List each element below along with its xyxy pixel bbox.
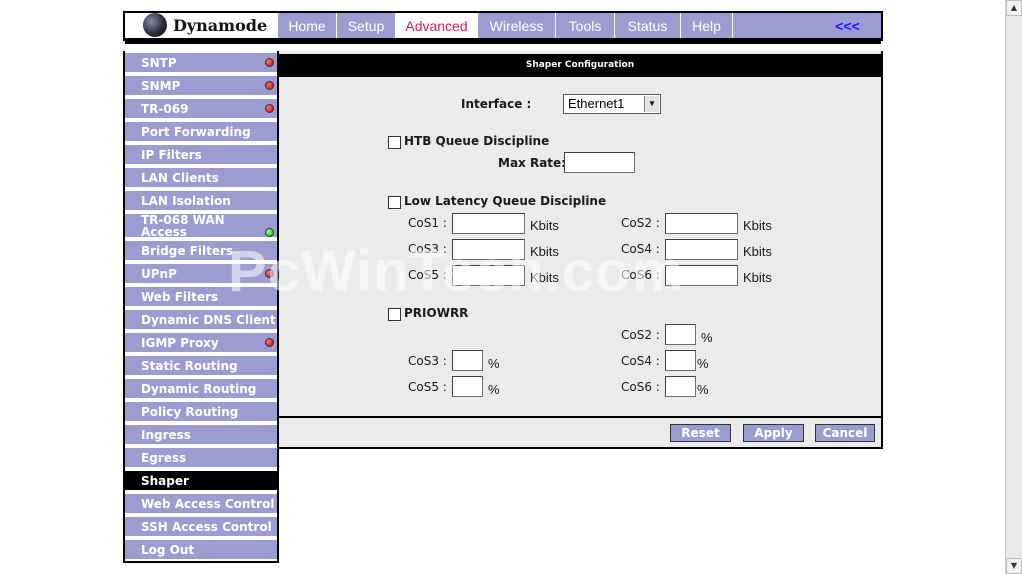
htb-checkbox[interactable] bbox=[388, 136, 401, 149]
wrr-cos2-unit: % bbox=[701, 330, 713, 345]
llq-cos6-unit: Kbits bbox=[743, 270, 772, 285]
wrr-cos6-label: CoS6 : bbox=[621, 380, 660, 394]
status-green-icon bbox=[265, 228, 274, 237]
cos3-label: CoS3 : bbox=[408, 242, 447, 256]
sidebar-item-sntp[interactable]: SNTP bbox=[125, 53, 277, 74]
llq-cos1-unit: Kbits bbox=[530, 218, 559, 233]
sidebar-item-policy-routing[interactable]: Policy Routing bbox=[125, 402, 277, 423]
sidebar-item-ip-filters[interactable]: IP Filters bbox=[125, 145, 277, 166]
chevron-down-icon: ▼ bbox=[644, 96, 659, 112]
shaper-config-panel: Shaper Configuration Interface : Etherne… bbox=[279, 51, 883, 449]
cos6-label: CoS6 : bbox=[621, 268, 660, 282]
sidebar-item-tr-068-wan-access[interactable]: TR-068 WAN Access bbox=[125, 214, 277, 239]
llq-cos4-input[interactable] bbox=[665, 239, 738, 260]
brand-logo: Dynamode bbox=[125, 13, 277, 39]
wrr-cos2-input[interactable] bbox=[665, 324, 696, 345]
llq-cos3-unit: Kbits bbox=[530, 244, 559, 259]
sidebar-item-dynamic-routing[interactable]: Dynamic Routing bbox=[125, 379, 277, 400]
collapse-menu-link[interactable]: <<< bbox=[820, 13, 875, 39]
priowrr-label: PRIOWRR bbox=[404, 306, 469, 320]
status-red-icon bbox=[265, 104, 274, 113]
cos1-label: CoS1 : bbox=[408, 216, 447, 230]
button-bar-divider bbox=[279, 416, 881, 418]
sidebar-item-igmp-proxy[interactable]: IGMP Proxy bbox=[125, 333, 277, 354]
llq-cos2-input[interactable] bbox=[665, 213, 738, 234]
status-red-icon bbox=[265, 58, 274, 67]
wrr-cos4-label: CoS4 : bbox=[621, 354, 660, 368]
wrr-cos3-label: CoS3 : bbox=[408, 354, 447, 368]
sidebar-item-web-filters[interactable]: Web Filters bbox=[125, 287, 277, 308]
htb-label: HTB Queue Discipline bbox=[404, 134, 550, 148]
wrr-cos6-unit: % bbox=[697, 382, 709, 397]
status-red-icon bbox=[265, 81, 274, 90]
page-title: Shaper Configuration bbox=[279, 54, 881, 77]
wrr-cos5-label: CoS5 : bbox=[408, 380, 447, 394]
sidebar-item-ingress[interactable]: Ingress bbox=[125, 425, 277, 446]
wrr-cos6-input[interactable] bbox=[665, 376, 696, 397]
nav-spacer bbox=[125, 44, 881, 51]
tab-setup[interactable]: Setup bbox=[336, 13, 395, 39]
llq-cos2-unit: Kbits bbox=[743, 218, 772, 233]
apply-button[interactable]: Apply bbox=[743, 424, 804, 442]
wrr-cos5-unit: % bbox=[488, 382, 500, 397]
tab-status[interactable]: Status bbox=[614, 13, 680, 39]
wrr-cos3-input[interactable] bbox=[452, 350, 483, 371]
llq-label: Low Latency Queue Discipline bbox=[404, 194, 607, 208]
logo-orb-icon bbox=[143, 13, 167, 37]
sidebar: SNTP SNMP TR-069 Port Forwarding IP Filt… bbox=[123, 51, 279, 563]
sidebar-item-snmp[interactable]: SNMP bbox=[125, 76, 277, 97]
tab-help[interactable]: Help bbox=[680, 13, 733, 39]
wrr-cos5-input[interactable] bbox=[452, 376, 483, 397]
cos2-label: CoS2 : bbox=[621, 216, 660, 230]
priowrr-checkbox[interactable] bbox=[388, 308, 401, 321]
llq-cos5-unit: Kbits bbox=[530, 270, 559, 285]
sidebar-item-tr-069[interactable]: TR-069 bbox=[125, 99, 277, 120]
brand-name: Dynamode bbox=[173, 16, 268, 35]
sidebar-item-web-access-control[interactable]: Web Access Control bbox=[125, 494, 277, 515]
wrr-cos3-unit: % bbox=[488, 356, 500, 371]
wrr-cos4-unit: % bbox=[697, 356, 709, 371]
llq-cos4-unit: Kbits bbox=[743, 244, 772, 259]
max-rate-label: Max Rate: bbox=[498, 156, 566, 170]
llq-cos5-input[interactable] bbox=[452, 265, 525, 286]
sidebar-item-static-routing[interactable]: Static Routing bbox=[125, 356, 277, 377]
status-red-icon bbox=[265, 269, 274, 278]
cos4-label: CoS4 : bbox=[621, 242, 660, 256]
interface-label: Interface : bbox=[461, 97, 532, 111]
sidebar-item-egress[interactable]: Egress bbox=[125, 448, 277, 469]
tab-wireless[interactable]: Wireless bbox=[477, 13, 555, 39]
sidebar-item-ssh-access-control[interactable]: SSH Access Control bbox=[125, 517, 277, 538]
sidebar-item-lan-isolation[interactable]: LAN Isolation bbox=[125, 191, 277, 212]
interface-select[interactable]: Ethernet1 ▼ bbox=[563, 94, 661, 114]
sidebar-item-shaper[interactable]: Shaper bbox=[125, 471, 277, 492]
reset-button[interactable]: Reset bbox=[670, 424, 731, 442]
tab-advanced[interactable]: Advanced bbox=[395, 13, 477, 39]
llq-cos6-input[interactable] bbox=[665, 265, 738, 286]
sidebar-item-log-out[interactable]: Log Out bbox=[125, 540, 277, 561]
llq-checkbox[interactable] bbox=[388, 196, 401, 209]
cos5-label: CoS5 : bbox=[408, 268, 447, 282]
vertical-scrollbar[interactable]: ▲ ▼ bbox=[1005, 0, 1022, 574]
llq-cos1-input[interactable] bbox=[452, 213, 525, 234]
sidebar-item-upnp[interactable]: UPnP bbox=[125, 264, 277, 285]
scroll-up-icon[interactable]: ▲ bbox=[1006, 0, 1022, 16]
sidebar-item-port-forwarding[interactable]: Port Forwarding bbox=[125, 122, 277, 143]
status-red-icon bbox=[265, 338, 274, 347]
llq-cos3-input[interactable] bbox=[452, 239, 525, 260]
wrr-cos4-input[interactable] bbox=[665, 350, 696, 371]
sidebar-item-bridge-filters[interactable]: Bridge Filters bbox=[125, 241, 277, 262]
scroll-down-icon[interactable]: ▼ bbox=[1006, 558, 1022, 574]
wrr-cos2-label: CoS2 : bbox=[621, 328, 660, 342]
tab-tools[interactable]: Tools bbox=[555, 13, 614, 39]
sidebar-item-dynamic-dns-client[interactable]: Dynamic DNS Client bbox=[125, 310, 277, 331]
max-rate-input[interactable] bbox=[564, 152, 635, 173]
tab-home[interactable]: Home bbox=[277, 13, 336, 39]
cancel-button[interactable]: Cancel bbox=[815, 424, 875, 442]
sidebar-item-lan-clients[interactable]: LAN Clients bbox=[125, 168, 277, 189]
